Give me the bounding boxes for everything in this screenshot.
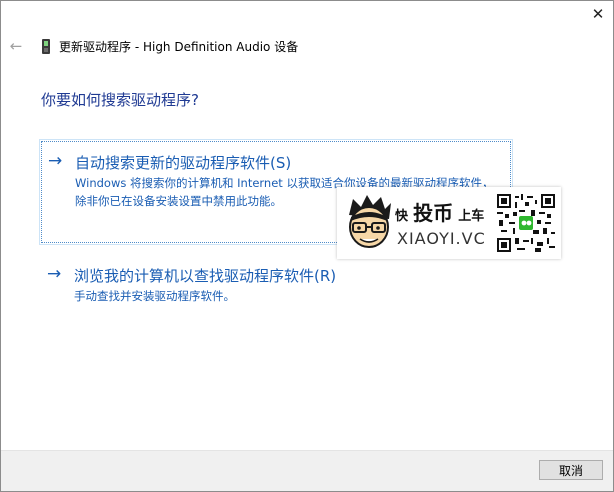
option-description: 手动查找并安装驱动程序软件。 — [74, 289, 235, 303]
back-arrow-icon[interactable]: ← — [7, 37, 25, 55]
window-title: 更新驱动程序 - High Definition Audio 设备 — [59, 40, 299, 54]
watermark-brand-en: XIAOYI.VC — [397, 229, 486, 248]
browse-computer-option[interactable]: → 浏览我的计算机以查找驱动程序软件(R) 手动查找并安装驱动程序软件。 — [41, 263, 511, 309]
arrow-right-icon: → — [48, 151, 63, 171]
option-title[interactable]: 自动搜索更新的驱动程序软件(S) — [75, 152, 291, 173]
device-icon — [42, 39, 50, 54]
title-bar: ✕ — [1, 1, 613, 41]
qr-code-icon — [497, 194, 555, 252]
close-icon[interactable]: ✕ — [587, 5, 609, 23]
watermark-brand-cn: 快 投币 上车 — [395, 201, 485, 225]
watermark-badge: 快 投币 上车 XIAOYI.VC — [337, 187, 561, 259]
arrow-right-icon: → — [47, 264, 62, 284]
cancel-button[interactable]: 取消 — [539, 460, 603, 480]
driver-update-window: ✕ ← 更新驱动程序 - High Definition Audio 设备 你要… — [0, 0, 614, 492]
page-heading: 你要如何搜索驱动程序? — [41, 91, 199, 109]
dialog-footer: 取消 — [1, 450, 613, 491]
cartoon-face-icon — [349, 195, 391, 248]
option-title[interactable]: 浏览我的计算机以查找驱动程序软件(R) — [74, 265, 336, 286]
